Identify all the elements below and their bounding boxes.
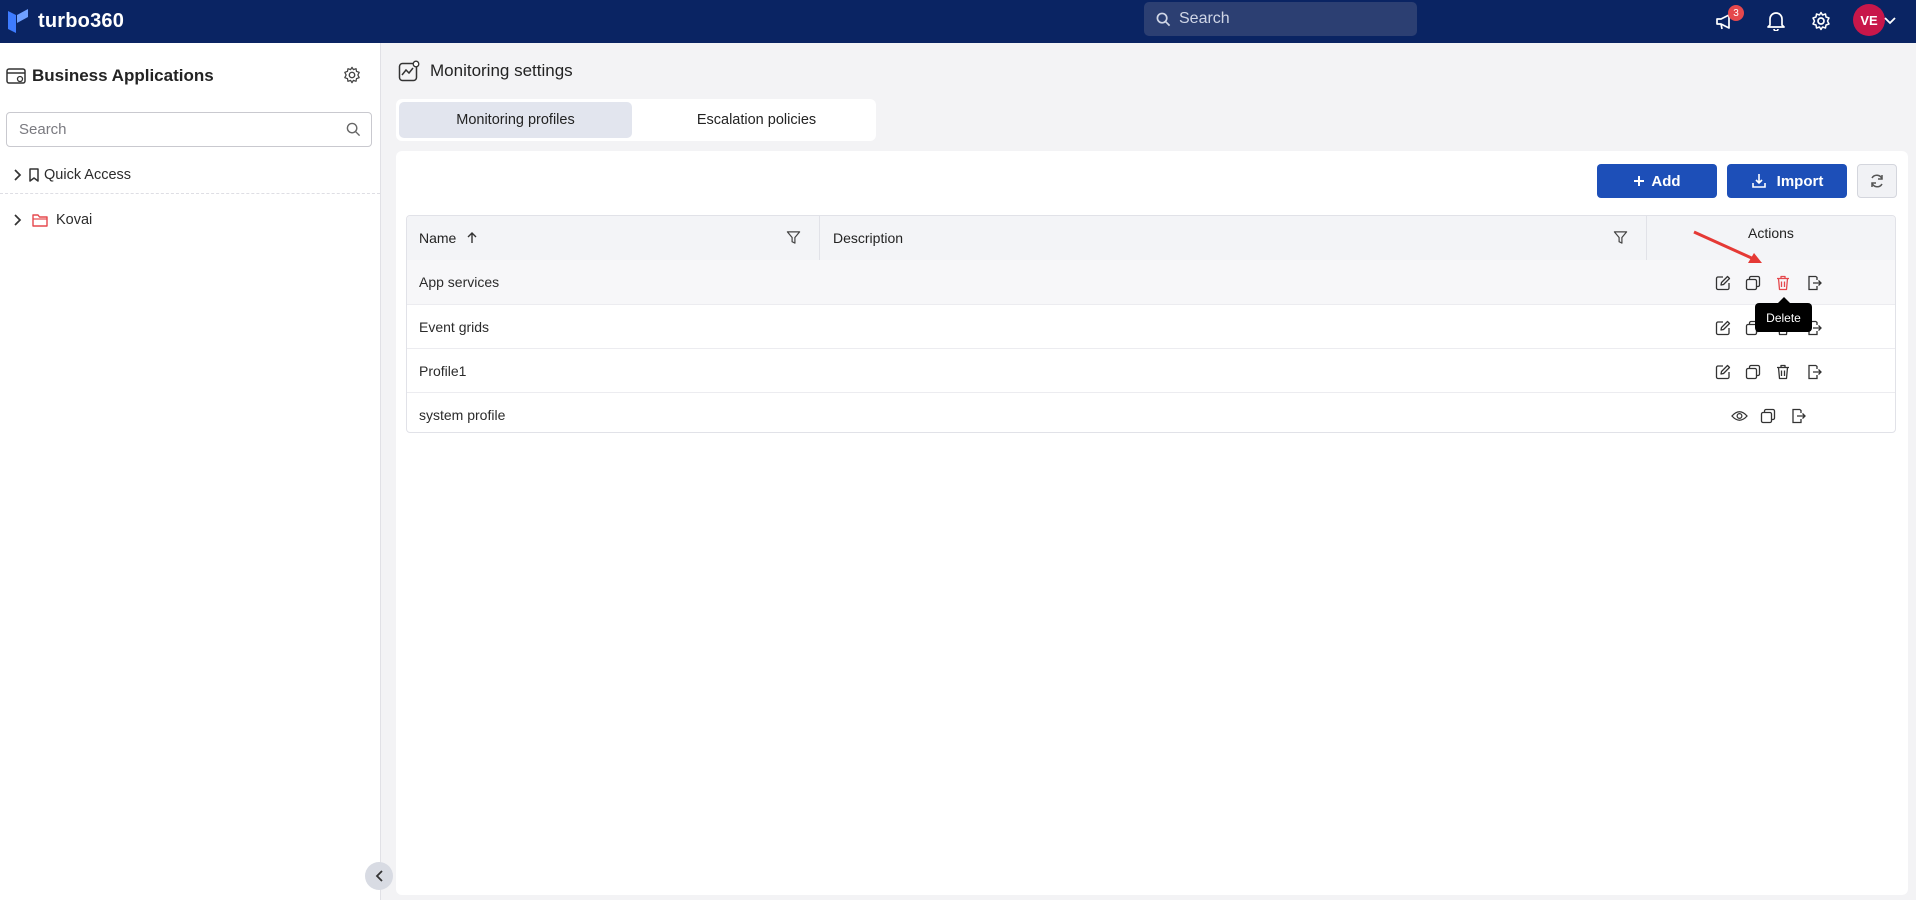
profiles-table: Name Description Actions App services Ev…: [406, 215, 1896, 433]
row-name: App services: [419, 274, 500, 290]
annotation-arrow: [1693, 230, 1762, 263]
global-search-placeholder: Search: [1179, 10, 1230, 27]
sidebar-item-quick-access[interactable]: Quick Access: [0, 158, 380, 192]
announcements-button[interactable]: 3: [1713, 5, 1744, 34]
import-button-label: Import: [1776, 172, 1824, 190]
add-button[interactable]: Add: [1597, 164, 1717, 198]
notifications-button[interactable]: [1763, 8, 1789, 34]
export-icon[interactable]: [1805, 363, 1823, 381]
chevron-right-icon: [14, 169, 22, 181]
brand-logo[interactable]: turbo360: [6, 7, 124, 35]
import-icon: [1751, 174, 1766, 188]
edit-icon[interactable]: [1714, 319, 1732, 337]
table-row[interactable]: Event grids: [407, 304, 1895, 348]
sidebar: Business Applications Quick Access Kovai: [0, 43, 381, 900]
chevron-right-icon: [14, 214, 22, 226]
export-icon[interactable]: [1805, 274, 1823, 292]
tab-escalation-policies[interactable]: Escalation policies: [640, 102, 873, 138]
column-separator: [819, 216, 820, 260]
search-icon: [1156, 12, 1171, 26]
column-separator: [1646, 216, 1647, 260]
page-title: Monitoring settings: [430, 61, 573, 80]
sort-ascending-icon: [467, 232, 477, 243]
turbo360-logo-icon: [8, 9, 28, 33]
sidebar-search: [6, 112, 372, 147]
row-name: Event grids: [419, 318, 490, 335]
row-name: Profile1: [419, 362, 467, 379]
settings-tabs: Monitoring profiles Escalation policies: [396, 99, 876, 141]
sidebar-item-label: Kovai: [56, 212, 93, 228]
sidebar-divider: [0, 193, 380, 194]
copy-icon[interactable]: [1744, 274, 1762, 292]
user-menu-toggle[interactable]: [1882, 8, 1898, 34]
page-header: Monitoring settings: [398, 60, 573, 82]
view-icon[interactable]: [1730, 407, 1748, 425]
column-name-label: Name: [419, 230, 457, 246]
copy-icon[interactable]: [1744, 363, 1762, 381]
edit-icon[interactable]: [1714, 363, 1732, 381]
user-avatar[interactable]: VE: [1853, 4, 1885, 36]
table-row[interactable]: system profile: [407, 392, 1895, 432]
table-row[interactable]: Profile1: [407, 348, 1895, 392]
settings-button[interactable]: [1808, 8, 1834, 34]
filter-icon[interactable]: [786, 230, 801, 245]
column-header-description[interactable]: Description: [833, 216, 903, 260]
sidebar-item-kovai[interactable]: Kovai: [0, 203, 380, 237]
sidebar-header: Business Applications: [6, 66, 214, 86]
top-bar: turbo360 Search 3 VE: [0, 0, 1916, 43]
sidebar-item-label: Quick Access: [44, 167, 132, 183]
table-header: Name Description Actions: [407, 216, 1895, 260]
tab-monitoring-profiles[interactable]: Monitoring profiles: [399, 102, 632, 138]
user-initials: VE: [1860, 12, 1878, 28]
delete-tooltip: Delete: [1755, 297, 1812, 332]
global-search[interactable]: Search: [1144, 2, 1417, 36]
gear-icon: [344, 66, 360, 84]
chevron-down-icon: [1884, 17, 1896, 25]
folder-icon: [32, 214, 48, 227]
sidebar-title: Business Applications: [32, 66, 214, 85]
bell-icon: [1767, 12, 1785, 31]
refresh-icon: [1871, 174, 1883, 188]
plus-icon: [1634, 176, 1645, 186]
row-name: system profile: [419, 406, 506, 423]
collapse-sidebar-button[interactable]: [365, 862, 393, 890]
edit-icon[interactable]: [1714, 274, 1732, 292]
column-description-label: Description: [833, 230, 904, 246]
import-button[interactable]: Import: [1727, 164, 1847, 198]
sidebar-search-input[interactable]: [19, 121, 319, 138]
business-applications-icon: [6, 68, 26, 84]
monitoring-chart-icon: [398, 60, 420, 82]
copy-icon[interactable]: [1759, 407, 1777, 425]
table-row[interactable]: App services: [407, 260, 1895, 304]
announcements-count-badge: 3: [1728, 5, 1744, 21]
export-icon[interactable]: [1789, 407, 1807, 425]
gear-icon: [1812, 11, 1830, 31]
delete-icon[interactable]: [1774, 363, 1792, 381]
search-icon: [346, 122, 361, 137]
brand-name: turbo360: [38, 9, 125, 32]
bookmark-icon: [29, 168, 39, 182]
column-header-name[interactable]: Name: [419, 216, 478, 260]
sidebar-settings-button[interactable]: [343, 66, 361, 89]
add-button-label: Add: [1651, 172, 1681, 190]
delete-icon[interactable]: [1774, 274, 1792, 292]
refresh-button[interactable]: [1857, 164, 1897, 198]
filter-icon[interactable]: [1613, 230, 1628, 245]
chevron-left-icon: [375, 870, 383, 882]
